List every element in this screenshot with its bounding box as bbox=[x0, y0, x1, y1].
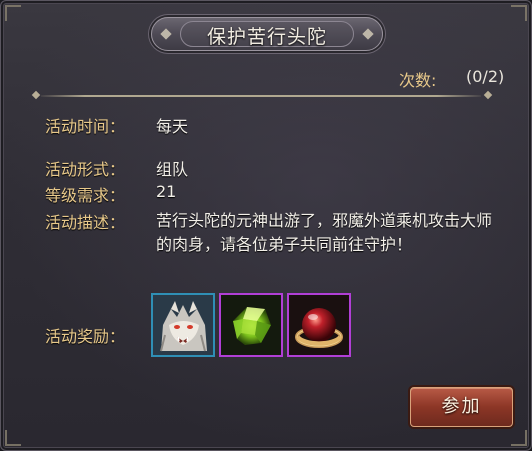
header-divider bbox=[41, 95, 481, 97]
activity-form-value: 组队 bbox=[156, 160, 189, 179]
frame-corner-top-right bbox=[511, 5, 527, 21]
frame-corner-bottom-right bbox=[511, 430, 527, 446]
level-requirement-label: 等级需求： bbox=[45, 186, 126, 205]
frame-corner-bottom-left bbox=[5, 430, 21, 446]
red-orb-ring-icon bbox=[289, 295, 349, 355]
level-requirement-value: 21 bbox=[156, 182, 177, 201]
divider-right-ornament bbox=[483, 90, 493, 100]
attempt-count-label: 次数: bbox=[399, 71, 437, 90]
divider-left-ornament bbox=[31, 90, 41, 100]
reward-slot-3[interactable] bbox=[287, 293, 351, 357]
frame-corner-top-left bbox=[5, 5, 21, 21]
white-wolf-beast-icon bbox=[153, 295, 213, 355]
activity-form-label: 活动形式： bbox=[45, 160, 126, 179]
attempt-count-value: (0/2) bbox=[466, 67, 505, 86]
join-button[interactable]: 参加 bbox=[410, 387, 513, 427]
dialog-title: 保护苦行头陀 bbox=[206, 26, 327, 48]
dialog-title-plate: 保护苦行头陀 bbox=[151, 17, 383, 51]
activity-time-label: 活动时间： bbox=[45, 117, 126, 136]
green-gem-icon bbox=[221, 295, 281, 355]
activity-reward-label: 活动奖励： bbox=[45, 327, 126, 346]
activity-description-label: 活动描述： bbox=[45, 213, 126, 232]
activity-time-value: 每天 bbox=[156, 117, 189, 136]
activity-dialog: 保护苦行头陀 次数: (0/2) 活动时间： 每天 活动形式： 组队 等级需求：… bbox=[0, 0, 532, 451]
reward-slot-1[interactable] bbox=[151, 293, 215, 357]
reward-slot-2[interactable] bbox=[219, 293, 283, 357]
activity-description-text: 苦行头陀的元神出游了，邪魔外道乘机攻击大师的肉身，请各位弟子共同前往守护！ bbox=[156, 211, 493, 254]
